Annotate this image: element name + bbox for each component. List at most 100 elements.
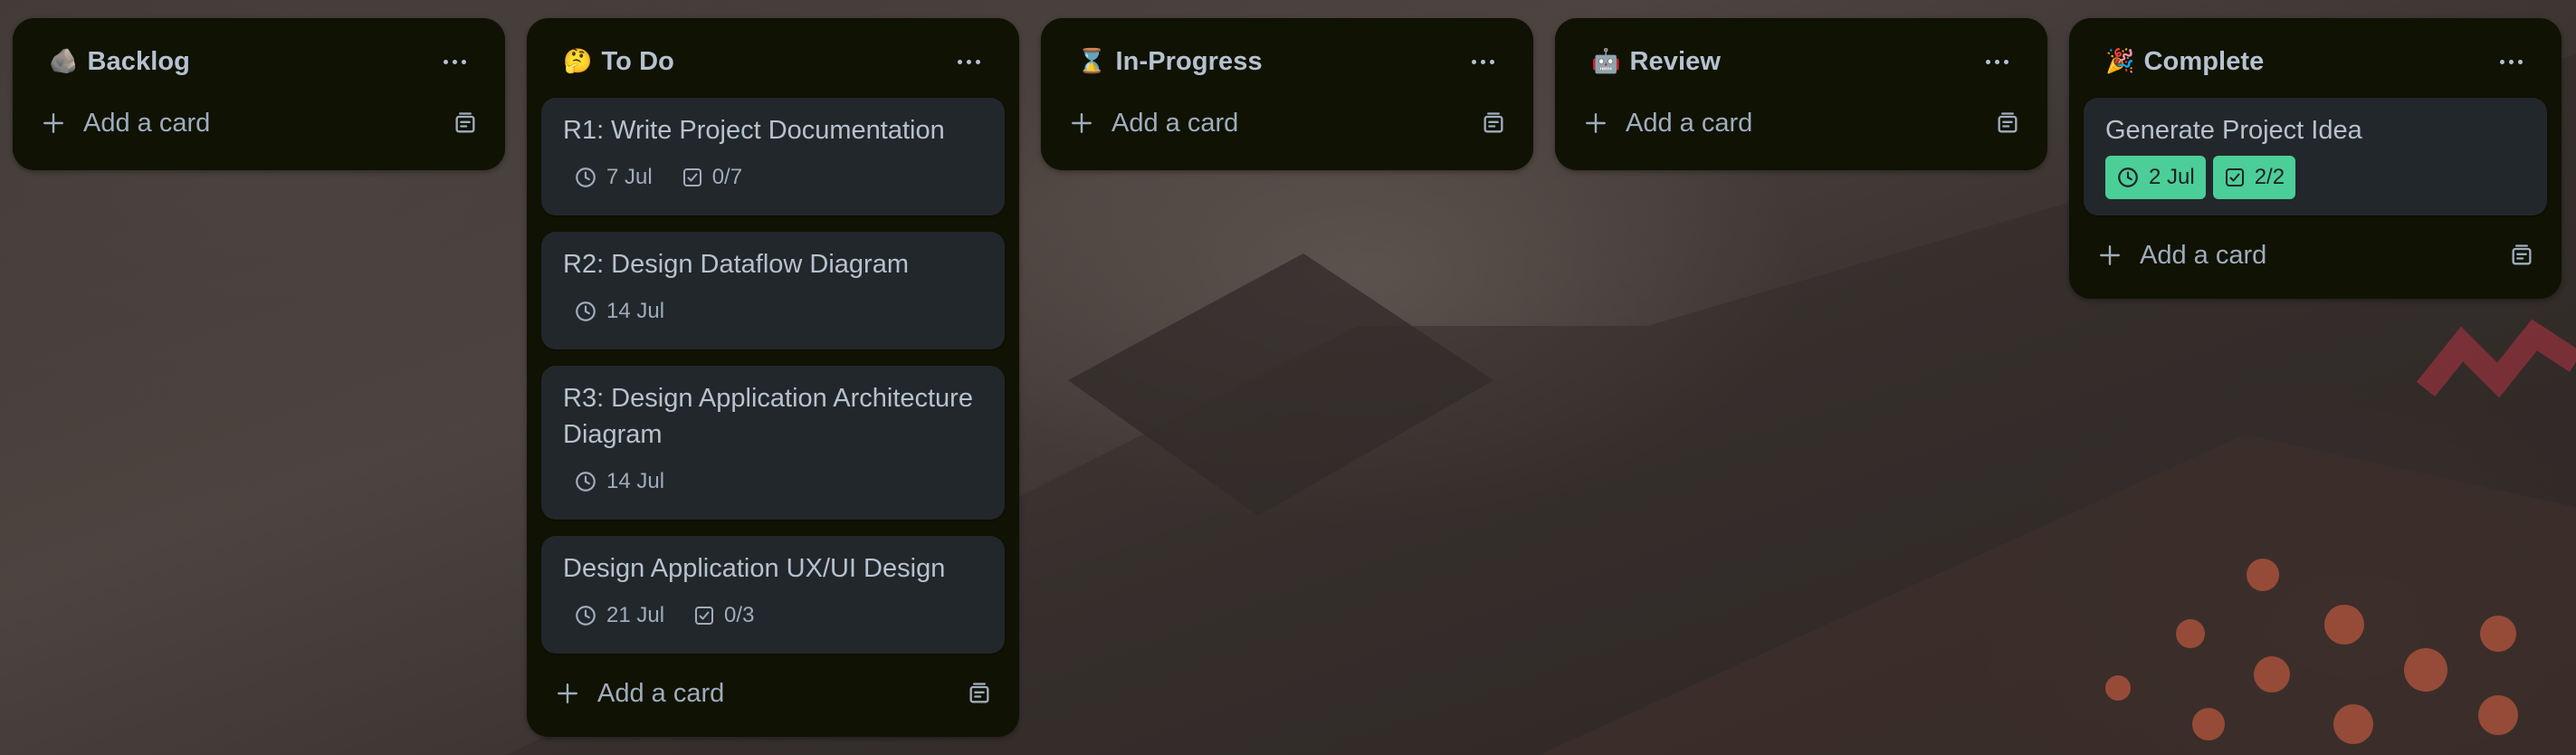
card-template-icon [1484,112,1503,133]
list-actions-button[interactable] [2489,40,2533,83]
create-from-template-button[interactable] [447,105,483,141]
add-card-row: Add a card [1055,94,1519,152]
checklist-text: 2/2 [2254,165,2285,189]
card[interactable]: Design Application UX/UI Design 21 Jul 0/3 [541,536,1005,654]
clock-icon [576,167,596,187]
board: 🪨 Backlog Add a card 🤔 To Do R1: Write Projec… [13,18,2562,737]
list-title[interactable]: 🪨 Backlog [49,47,190,77]
clock-icon [576,472,596,492]
more-horizontal-icon [1471,59,1494,64]
card[interactable]: R3: Design Application Architecture Diag… [541,366,1005,520]
plus-icon [2100,245,2120,265]
list-emoji: 🎉 [2105,48,2135,75]
card[interactable]: R2: Design Dataflow Diagram 14 Jul [541,232,1005,349]
add-card-label: Add a card [597,678,725,708]
due-date-text: 14 Jul [606,299,665,323]
list-actions-button[interactable] [1461,40,1504,83]
list-actions-button[interactable] [947,40,990,83]
add-card-label: Add a card [1111,108,1239,138]
list-title[interactable]: 🤖 Review [1591,47,1721,77]
card-title: R2: Design Dataflow Diagram [563,250,909,279]
add-card-button[interactable]: Add a card [1070,109,1238,139]
add-card-button[interactable]: Add a card [1584,109,1752,139]
clock-icon [2118,167,2138,187]
list-header[interactable]: 🪨 Backlog [27,18,491,105]
add-card-button[interactable]: Add a card [2098,241,2266,271]
card-list: R1: Write Project Documentation 7 Jul 0/7 R… [541,98,1005,654]
card-template-icon [969,683,989,703]
card-title: Design Application UX/UI Design [563,554,946,583]
list-actions-button[interactable] [433,40,476,83]
due-date-text: 21 Jul [606,603,665,627]
list-actions-button[interactable] [1975,40,2018,83]
create-from-template-button[interactable] [1475,105,1512,141]
list-header[interactable]: 🎉 Complete [2084,18,2547,105]
list-header[interactable]: 🤔 To Do [541,18,1005,105]
create-from-template-button[interactable] [1989,105,2026,141]
card[interactable]: Generate Project Idea 2 Jul 2/2 [2084,98,2547,215]
list-name: Complete [2143,46,2265,76]
due-date-badge[interactable]: 2 Jul [2105,156,2206,199]
plus-icon [1586,113,1606,133]
list-emoji: 🤖 [1591,48,1621,75]
card-badges: 2 Jul 2/2 [2105,156,2525,199]
list-emoji: 🤔 [563,48,593,75]
add-card-row: Add a card [27,94,491,152]
due-date-text: 14 Jul [606,469,665,493]
due-date-text: 2 Jul [2149,165,2195,189]
card-badges: 7 Jul 0/7 [563,156,983,199]
list-backlog: 🪨 Backlog Add a card [13,18,505,170]
checklist-text: 0/3 [724,603,755,627]
add-card-button[interactable]: Add a card [556,679,724,709]
checklist-icon [695,607,714,625]
list-title[interactable]: 🤔 To Do [563,47,674,77]
add-card-row: Add a card [541,664,1005,722]
add-card-label: Add a card [1626,108,1753,138]
list-in-progress: ⌛ In-Progress Add a card [1041,18,1533,170]
list-to-do: 🤔 To Do R1: Write Project Documentation 7 J… [527,18,1019,737]
card-title: Generate Project Idea [2105,116,2362,145]
list-title[interactable]: ⌛ In-Progress [1077,47,1263,77]
due-date-badge[interactable]: 7 Jul [563,156,663,199]
add-card-label: Add a card [2140,240,2267,270]
checklist-badge: 0/3 [682,594,765,637]
card-template-icon [2512,244,2532,265]
list-review: 🤖 Review Add a card [1555,18,2047,170]
card-badges: 14 Jul [563,290,983,333]
list-title[interactable]: 🎉 Complete [2105,47,2264,77]
list-emoji: 🪨 [49,48,79,75]
list-header[interactable]: ⌛ In-Progress [1055,18,1519,105]
checklist-icon [682,168,701,186]
clock-icon [576,606,596,626]
due-date-badge[interactable]: 14 Jul [563,290,675,333]
add-card-label: Add a card [83,108,211,138]
plus-icon [558,683,577,703]
list-header[interactable]: 🤖 Review [1569,18,2033,105]
create-from-template-button[interactable] [961,675,997,712]
card-template-icon [455,112,475,133]
list-name: In-Progress [1115,46,1263,76]
card-badges: 14 Jul [563,460,983,503]
list-name: Backlog [87,46,190,76]
create-from-template-button[interactable] [2504,237,2540,273]
more-horizontal-icon [957,59,980,64]
card-template-icon [1998,112,2018,133]
clock-icon [576,301,596,321]
checklist-text: 0/7 [711,165,743,189]
card-title: R1: Write Project Documentation [563,116,945,145]
add-card-button[interactable]: Add a card [42,109,210,139]
list-name: Review [1629,46,1722,76]
checklist-badge: 2/2 [2212,156,2296,199]
checklist-icon [2225,168,2244,186]
checklist-badge: 0/7 [671,156,753,199]
due-date-text: 7 Jul [606,165,653,189]
more-horizontal-icon [1985,59,2008,64]
list-complete: 🎉 Complete Generate Project Idea 2 Jul 2/2 Ad… [2069,18,2562,299]
due-date-badge[interactable]: 14 Jul [563,460,675,503]
due-date-badge[interactable]: 21 Jul [563,594,675,637]
add-card-row: Add a card [1569,94,2033,152]
list-emoji: ⌛ [1077,48,1107,75]
card[interactable]: R1: Write Project Documentation 7 Jul 0/7 [541,98,1005,215]
add-card-row: Add a card [2084,226,2547,284]
plus-icon [43,113,63,133]
